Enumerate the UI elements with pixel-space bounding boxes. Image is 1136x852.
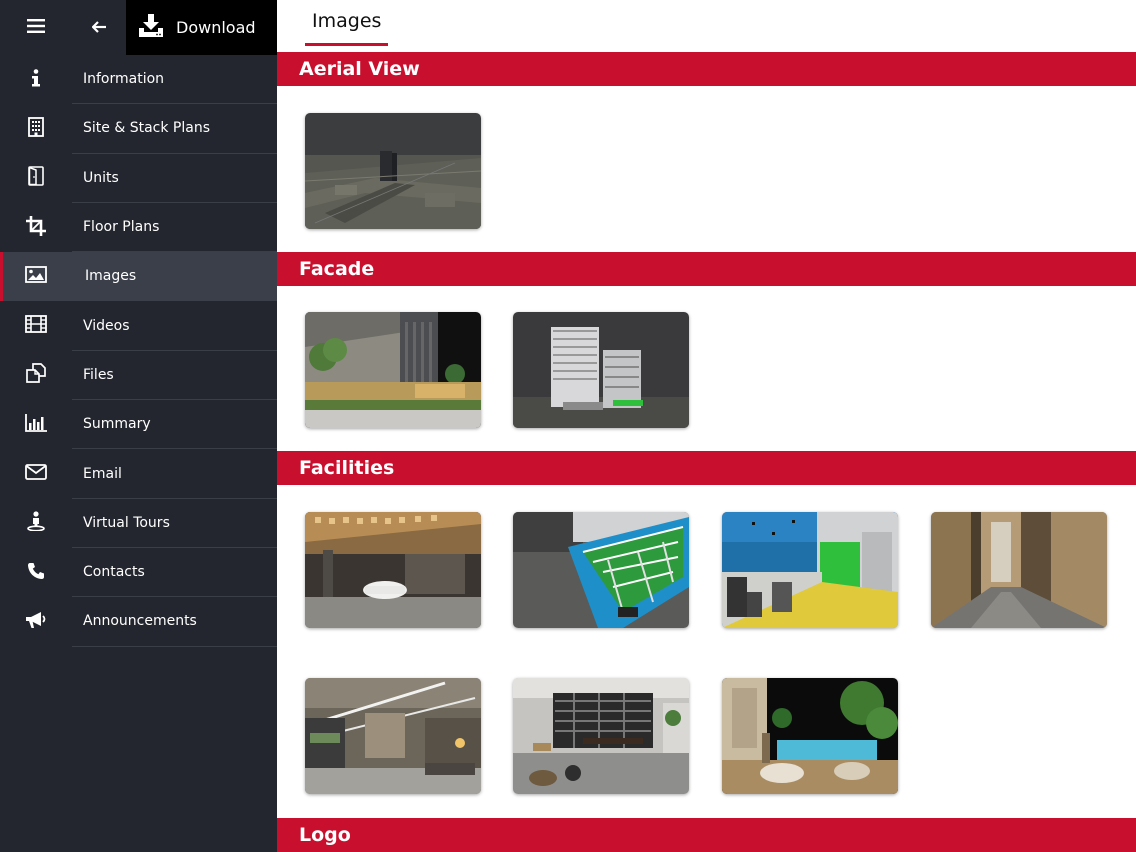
image-thumbnail[interactable] — [513, 678, 689, 794]
person-pin-icon — [27, 511, 45, 535]
bar-chart-icon — [25, 413, 47, 436]
sidebar-item-units[interactable]: Units — [0, 154, 277, 203]
top-bar: Download — [0, 0, 277, 55]
megaphone-icon — [25, 611, 47, 633]
sidebar-item-virtual-tours[interactable]: Virtual Tours — [0, 499, 277, 548]
sidebar-item-label: Files — [72, 351, 277, 401]
tab-label: Images — [312, 10, 382, 32]
sidebar-item-label: Virtual Tours — [72, 499, 277, 548]
sidebar-item-files[interactable]: Files — [0, 351, 277, 401]
image-thumbnail[interactable] — [513, 312, 689, 428]
tab-underline — [305, 43, 389, 46]
image-thumbnail[interactable] — [931, 512, 1107, 628]
app: Download Information Site & Stack Plans … — [0, 0, 1136, 852]
sidebar-item-floor-plans[interactable]: Floor Plans — [0, 203, 277, 253]
section-header-facilities: Facilities — [277, 451, 1136, 485]
sidebar-item-label: Units — [72, 154, 277, 203]
film-icon — [25, 315, 47, 337]
image-thumbnail[interactable] — [305, 512, 481, 628]
sidebar-item-images[interactable]: Images — [0, 252, 277, 302]
arrow-left-icon — [91, 18, 106, 37]
image-thumbnail[interactable] — [305, 312, 481, 428]
section-header-facade: Facade — [277, 252, 1136, 286]
tab-images[interactable]: Images — [305, 10, 389, 46]
sidebar-item-email[interactable]: Email — [0, 449, 277, 499]
sidebar-item-label: Contacts — [72, 548, 277, 598]
door-icon — [28, 166, 44, 190]
image-thumbnail[interactable] — [305, 113, 481, 229]
main-content: Images Aerial View Facade Facilities Log… — [277, 0, 1136, 852]
hamburger-icon — [27, 18, 45, 37]
sidebar-nav: Information Site & Stack Plans Units Flo… — [0, 55, 277, 647]
section-title: Aerial View — [299, 58, 420, 80]
image-thumbnail[interactable] — [722, 678, 898, 794]
section-title: Facade — [299, 258, 375, 280]
files-icon — [26, 363, 46, 387]
section-title: Facilities — [299, 457, 395, 479]
download-icon — [138, 13, 164, 42]
sidebar-item-label: Information — [72, 55, 277, 105]
sidebar-item-label: Announcements — [72, 597, 277, 647]
section-header-logo: Logo — [277, 818, 1136, 852]
envelope-icon — [25, 464, 47, 484]
crop-icon — [26, 215, 46, 240]
image-thumbnail[interactable] — [513, 512, 689, 628]
sidebar-item-information[interactable]: Information — [0, 55, 277, 105]
download-label: Download — [176, 18, 256, 37]
sidebar-item-label: Email — [72, 449, 277, 499]
sidebar-item-label: Summary — [72, 400, 277, 450]
back-button[interactable] — [72, 0, 126, 55]
sidebar-item-label: Floor Plans — [72, 203, 277, 253]
menu-button[interactable] — [0, 0, 72, 55]
section-title: Logo — [299, 824, 351, 846]
sidebar-item-site-stack-plans[interactable]: Site & Stack Plans — [0, 104, 277, 154]
image-icon — [25, 266, 47, 287]
info-icon — [31, 68, 41, 91]
phone-icon — [27, 562, 45, 584]
sidebar-item-label: Videos — [72, 301, 277, 351]
sidebar-item-label: Images — [85, 268, 137, 285]
sidebar-item-label: Site & Stack Plans — [72, 104, 277, 154]
image-thumbnail[interactable] — [722, 512, 898, 628]
image-thumbnail[interactable] — [305, 678, 481, 794]
download-button[interactable]: Download — [126, 0, 277, 55]
sidebar-item-videos[interactable]: Videos — [0, 301, 277, 351]
section-header-aerial-view: Aerial View — [277, 52, 1136, 86]
sidebar-item-summary[interactable]: Summary — [0, 400, 277, 450]
building-icon — [28, 117, 44, 141]
sidebar-item-contacts[interactable]: Contacts — [0, 548, 277, 598]
sidebar: Download Information Site & Stack Plans … — [0, 0, 277, 852]
sidebar-item-announcements[interactable]: Announcements — [0, 597, 277, 647]
